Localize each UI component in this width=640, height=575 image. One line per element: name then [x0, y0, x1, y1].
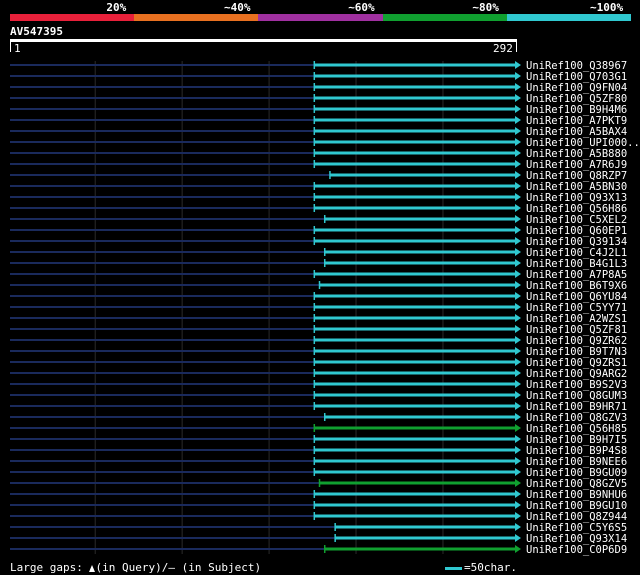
hit-end-arrow — [515, 193, 521, 201]
hit-end-arrow — [515, 358, 521, 366]
hit-end-arrow — [515, 446, 521, 454]
hit-end-arrow — [515, 281, 521, 289]
hit-end-arrow — [515, 479, 521, 487]
hit-end-arrow — [515, 501, 521, 509]
hit-end-arrow — [515, 523, 521, 531]
hit-end-arrow — [515, 292, 521, 300]
identity-legend-label: ~100% — [590, 1, 624, 14]
hit-end-arrow — [515, 435, 521, 443]
hit-end-arrow — [515, 259, 521, 267]
scale-legend: =50char. — [445, 561, 517, 574]
hit-end-arrow — [515, 347, 521, 355]
hit-end-arrow — [515, 83, 521, 91]
hit-end-arrow — [515, 149, 521, 157]
hit-end-arrow — [515, 325, 521, 333]
hit-end-arrow — [515, 380, 521, 388]
gaps-subject-text: (in Subject) — [181, 561, 262, 574]
hit-end-arrow — [515, 116, 521, 124]
gaps-legend: Large gaps: (in Query)/– (in Subject) — [10, 561, 261, 574]
hit-end-arrow — [515, 303, 521, 311]
hit-end-arrow — [515, 534, 521, 542]
identity-legend-label: ~40% — [224, 1, 251, 14]
hit-end-arrow — [515, 512, 521, 520]
hit-end-arrow — [515, 468, 521, 476]
hit-end-arrow — [515, 270, 521, 278]
identity-legend-label: ~60% — [348, 1, 375, 14]
hit-end-arrow — [515, 204, 521, 212]
hit-end-arrow — [515, 457, 521, 465]
hit-end-arrow — [515, 490, 521, 498]
hit-end-arrow — [515, 127, 521, 135]
gaps-prefix: Large gaps: — [10, 561, 83, 574]
hit-end-arrow — [515, 248, 521, 256]
scale-swatch — [445, 566, 462, 570]
gaps-dash: – — [168, 561, 175, 574]
hit-end-arrow — [515, 226, 521, 234]
hit-end-arrow — [515, 391, 521, 399]
scale-label: =50char. — [464, 561, 517, 574]
hit-end-arrow — [515, 138, 521, 146]
gaps-query-text: (in Query)/ — [95, 561, 169, 574]
hit-end-arrow — [515, 314, 521, 322]
hit-end-arrow — [515, 160, 521, 168]
hit-end-arrow — [515, 171, 521, 179]
identity-legend-label: ~80% — [472, 1, 499, 14]
hit-end-arrow — [515, 94, 521, 102]
hit-end-arrow — [515, 402, 521, 410]
hit-end-arrow — [515, 72, 521, 80]
hit-end-arrow — [515, 105, 521, 113]
hit-label: UniRef100_C0P6D9 — [526, 544, 627, 556]
hit-end-arrow — [515, 336, 521, 344]
hit-end-arrow — [515, 215, 521, 223]
hit-end-arrow — [515, 237, 521, 245]
hit-end-arrow — [515, 413, 521, 421]
hit-end-arrow — [515, 182, 521, 190]
hit-end-arrow — [515, 545, 521, 553]
hit-end-arrow — [515, 369, 521, 377]
identity-legend-label: 20% — [106, 1, 127, 14]
alignment-chart: UniRef100_Q38967UniRef100_Q703G1UniRef10… — [10, 60, 640, 556]
hit-end-arrow — [515, 424, 521, 432]
hit-end-arrow — [515, 61, 521, 69]
